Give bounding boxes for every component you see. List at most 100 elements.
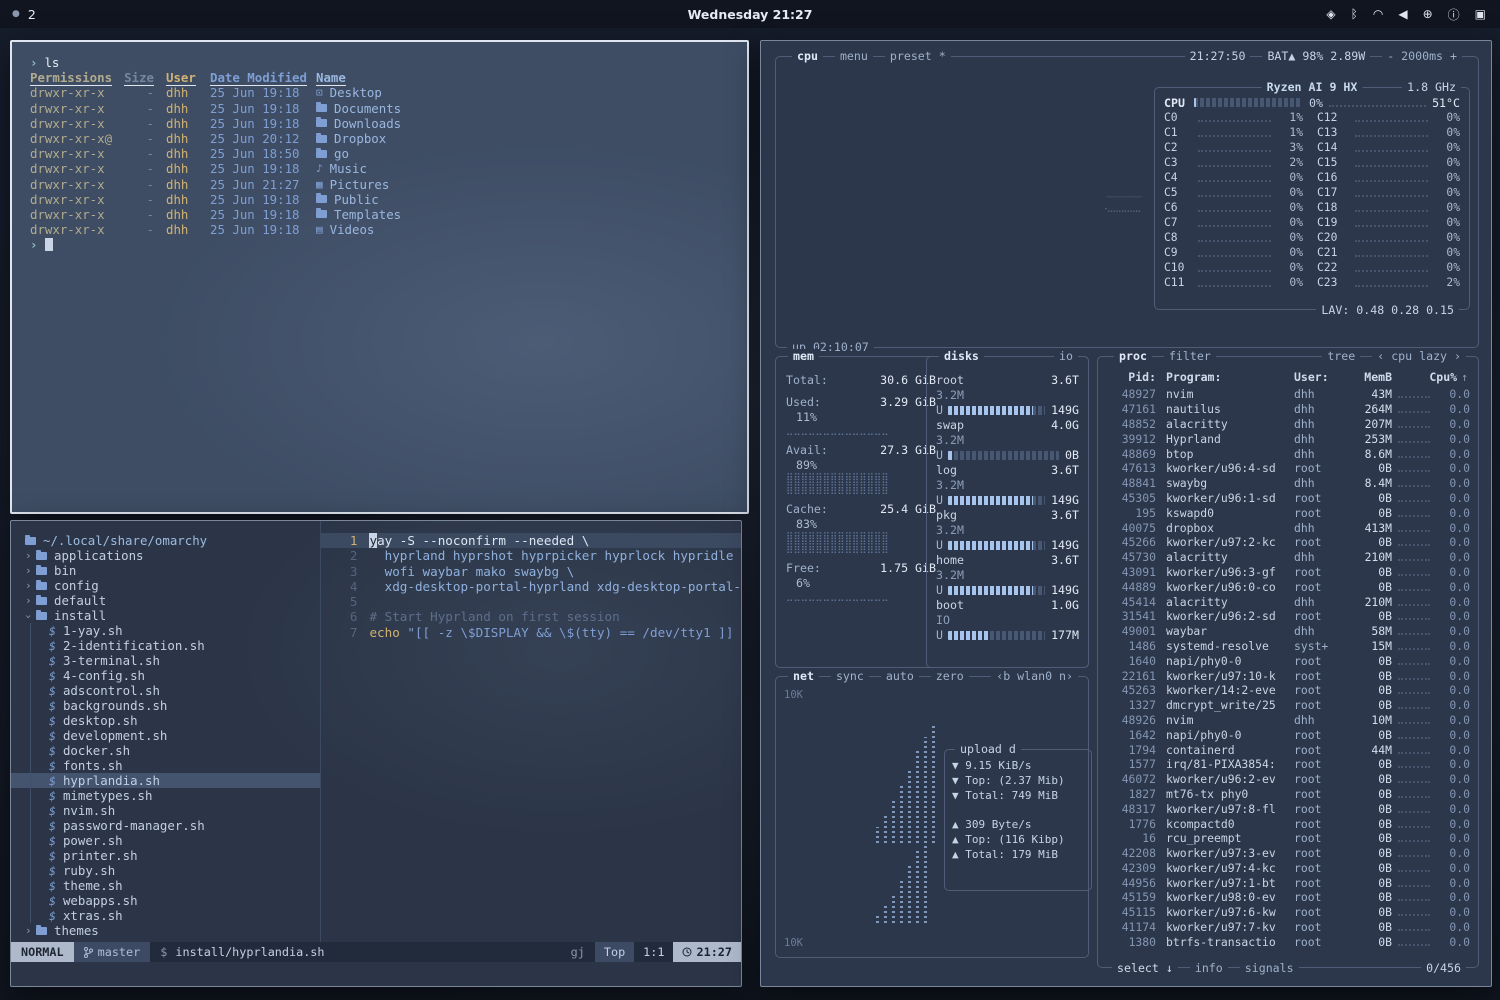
proc-tree-toggle[interactable]: tree — [1322, 349, 1360, 363]
tree-item[interactable]: ruby.sh — [11, 863, 320, 878]
tab-disks[interactable]: disks — [939, 349, 984, 363]
process-row[interactable]: 40075 dropbox dhh 413M 0.0 — [1106, 520, 1470, 535]
process-row[interactable]: 39912 Hyprland dhh 253M 0.0 — [1106, 431, 1470, 446]
tab-preset[interactable]: preset * — [885, 49, 951, 63]
tree-item[interactable]: applications — [11, 548, 320, 563]
process-row[interactable]: 43091 kworker/u96:3-gf root 0B 0.0 — [1106, 565, 1470, 580]
tree-item[interactable]: 3-terminal.sh — [11, 653, 320, 668]
process-row[interactable]: 48841 swaybg dhh 8.4M 0.0 — [1106, 476, 1470, 491]
file-tree[interactable]: ~/.local/share/omarchy applications bin — [11, 521, 321, 942]
tree-item[interactable]: theme.sh — [11, 878, 320, 893]
process-row[interactable]: 1794 containerd root 44M 0.0 — [1106, 742, 1470, 757]
proc-filter[interactable]: filter — [1164, 349, 1216, 363]
process-row[interactable]: 1327 dmcrypt_write/25 root 0B 0.0 — [1106, 698, 1470, 713]
tree-item[interactable]: ~/.local/share/omarchy — [11, 533, 320, 548]
process-row[interactable]: 195 kswapd0 root 0B 0.0 — [1106, 505, 1470, 520]
tree-item[interactable]: config — [11, 578, 320, 593]
process-row[interactable]: 1827 mt76-tx phy0 root 0B 0.0 — [1106, 787, 1470, 802]
process-row[interactable]: 49001 waybar dhh 58M 0.0 — [1106, 624, 1470, 639]
tree-item[interactable]: desktop.sh — [11, 713, 320, 728]
process-row[interactable]: 45266 kworker/u97:2-kc root 0B 0.0 — [1106, 535, 1470, 550]
volume-icon[interactable]: ◀ — [1398, 7, 1407, 21]
process-row[interactable]: 1640 napi/phy0-0 root 0B 0.0 — [1106, 653, 1470, 668]
process-row[interactable]: 45730 alacritty dhh 210M 0.0 — [1106, 550, 1470, 565]
tab-proc[interactable]: proc — [1114, 349, 1152, 363]
process-row[interactable]: 1642 napi/phy0-0 root 0B 0.0 — [1106, 727, 1470, 742]
process-row[interactable]: 1380 btrfs-transactio root 0B 0.0 — [1106, 934, 1470, 949]
tree-item[interactable]: webapps.sh — [11, 893, 320, 908]
bluetooth-icon[interactable]: ᛒ — [1351, 7, 1358, 21]
code-line[interactable]: 6 # Start Hyprland on first session — [321, 609, 741, 624]
process-row[interactable]: 44956 kworker/u97:1-bt root 0B 0.0 — [1106, 875, 1470, 890]
code-line[interactable]: 3 wofi waybar mako swaybg \ — [321, 564, 741, 579]
process-row[interactable]: 45305 kworker/u96:1-sd root 0B 0.0 — [1106, 491, 1470, 506]
sort-direction-icon[interactable]: ↑ — [1461, 370, 1468, 384]
tree-item[interactable]: 1-yay.sh — [11, 623, 320, 638]
process-row[interactable]: 47161 nautilus dhh 264M 0.0 — [1106, 402, 1470, 417]
tab-menu[interactable]: menu — [835, 49, 873, 63]
tree-item[interactable]: backgrounds.sh — [11, 698, 320, 713]
info-icon[interactable]: ⓘ — [1448, 6, 1460, 23]
code-line[interactable]: 5 — [321, 594, 741, 609]
tree-item[interactable]: install — [11, 608, 320, 623]
tree-item[interactable]: docker.sh — [11, 743, 320, 758]
tree-item[interactable]: fonts.sh — [11, 758, 320, 773]
process-row[interactable]: 42309 kworker/u97:4-kc root 0B 0.0 — [1106, 861, 1470, 876]
dropbox-icon[interactable]: ◈ — [1326, 7, 1335, 21]
net-auto-toggle[interactable]: auto — [881, 669, 919, 683]
process-row[interactable]: 44889 kworker/u96:0-co root 0B 0.0 — [1106, 579, 1470, 594]
tab-cpu[interactable]: cpu — [792, 49, 823, 63]
code-line[interactable]: 7 echo "[[ -z \$DISPLAY && \$(tty) == /d… — [321, 625, 741, 640]
workspace-indicator[interactable]: 2 — [28, 7, 36, 22]
process-row[interactable]: 45159 kworker/u98:0-ev root 0B 0.0 — [1106, 890, 1470, 905]
process-row[interactable]: 46072 kworker/u96:2-ev root 0B 0.0 — [1106, 772, 1470, 787]
tree-item[interactable]: xtras.sh — [11, 908, 320, 923]
process-row[interactable]: 48927 nvim dhh 43M 0.0 — [1106, 387, 1470, 402]
tree-item[interactable]: default — [11, 593, 320, 608]
process-row[interactable]: 42208 kworker/u97:3-ev root 0B 0.0 — [1106, 846, 1470, 861]
process-row[interactable]: 22161 kworker/u97:10-k root 0B 0.0 — [1106, 668, 1470, 683]
code-line[interactable]: 1 yay -S --noconfirm --needed \ — [321, 533, 741, 548]
code-line[interactable]: 4 xdg-desktop-portal-hyprland xdg-deskto… — [321, 579, 741, 594]
proc-select-button[interactable]: select ↓ — [1112, 961, 1178, 975]
process-row[interactable]: 48852 alacritty dhh 207M 0.0 — [1106, 417, 1470, 432]
editor[interactable]: 1 yay -S --noconfirm --needed \ 2 hyprla… — [321, 521, 741, 942]
process-row[interactable]: 1776 kcompactd0 root 0B 0.0 — [1106, 816, 1470, 831]
net-interface[interactable]: ‹b wlan0 n› — [991, 669, 1078, 683]
code-line[interactable]: 2 hyprland hyprshot hyprpicker hyprlock … — [321, 548, 741, 563]
tree-item[interactable]: themes — [11, 923, 320, 938]
process-row[interactable]: 45115 kworker/u97:6-kw root 0B 0.0 — [1106, 905, 1470, 920]
process-row[interactable]: 1486 systemd-resolve syst+ 15M 0.0 — [1106, 639, 1470, 654]
process-row[interactable]: 16 rcu_preempt root 0B 0.0 — [1106, 831, 1470, 846]
process-row[interactable]: 48926 nvim dhh 10M 0.0 — [1106, 713, 1470, 728]
tree-item[interactable]: development.sh — [11, 728, 320, 743]
tree-item[interactable]: 2-identification.sh — [11, 638, 320, 653]
proc-sort-options[interactable]: ‹ cpu lazy › — [1372, 349, 1466, 363]
process-row[interactable]: 45263 kworker/14:2-eve root 0B 0.0 — [1106, 683, 1470, 698]
tree-item[interactable]: printer.sh — [11, 848, 320, 863]
tree-item[interactable]: nvim.sh — [11, 803, 320, 818]
tree-item[interactable]: mimetypes.sh — [11, 788, 320, 803]
proc-signals-button[interactable]: signals — [1240, 961, 1299, 975]
net-sync-toggle[interactable]: sync — [831, 669, 869, 683]
process-row[interactable]: 48869 btop dhh 8.6M 0.0 — [1106, 446, 1470, 461]
tab-io[interactable]: io — [1054, 349, 1078, 363]
process-row[interactable]: 45414 alacritty dhh 210M 0.0 — [1106, 594, 1470, 609]
tree-item[interactable]: bin — [11, 563, 320, 578]
process-row[interactable]: 47613 kworker/u96:4-sd root 0B 0.0 — [1106, 461, 1470, 476]
refresh-interval[interactable]: - 2000ms + — [1382, 49, 1462, 63]
tray-box-icon[interactable]: ▣ — [1475, 7, 1486, 21]
process-row[interactable]: 48317 kworker/u97:8-fl root 0B 0.0 — [1106, 801, 1470, 816]
tree-item[interactable]: power.sh — [11, 833, 320, 848]
process-row[interactable]: 1577 irq/81-PIXA3854: root 0B 0.0 — [1106, 757, 1470, 772]
proc-info-button[interactable]: info — [1190, 961, 1228, 975]
network-icon[interactable]: ⊕ — [1423, 7, 1433, 21]
tree-item[interactable]: password-manager.sh — [11, 818, 320, 833]
net-zero-toggle[interactable]: zero — [931, 669, 969, 683]
wifi-icon[interactable]: ◠ — [1373, 7, 1383, 21]
process-row[interactable]: 41174 kworker/u97:7-kv root 0B 0.0 — [1106, 920, 1470, 935]
process-list[interactable]: 48927 nvim dhh 43M 0.0 47161 nautilus dh… — [1106, 387, 1470, 951]
process-row[interactable]: 31541 kworker/u96:2-sd root 0B 0.0 — [1106, 609, 1470, 624]
tree-item[interactable]: hyprlandia.sh — [11, 773, 320, 788]
tab-net[interactable]: net — [788, 669, 819, 683]
